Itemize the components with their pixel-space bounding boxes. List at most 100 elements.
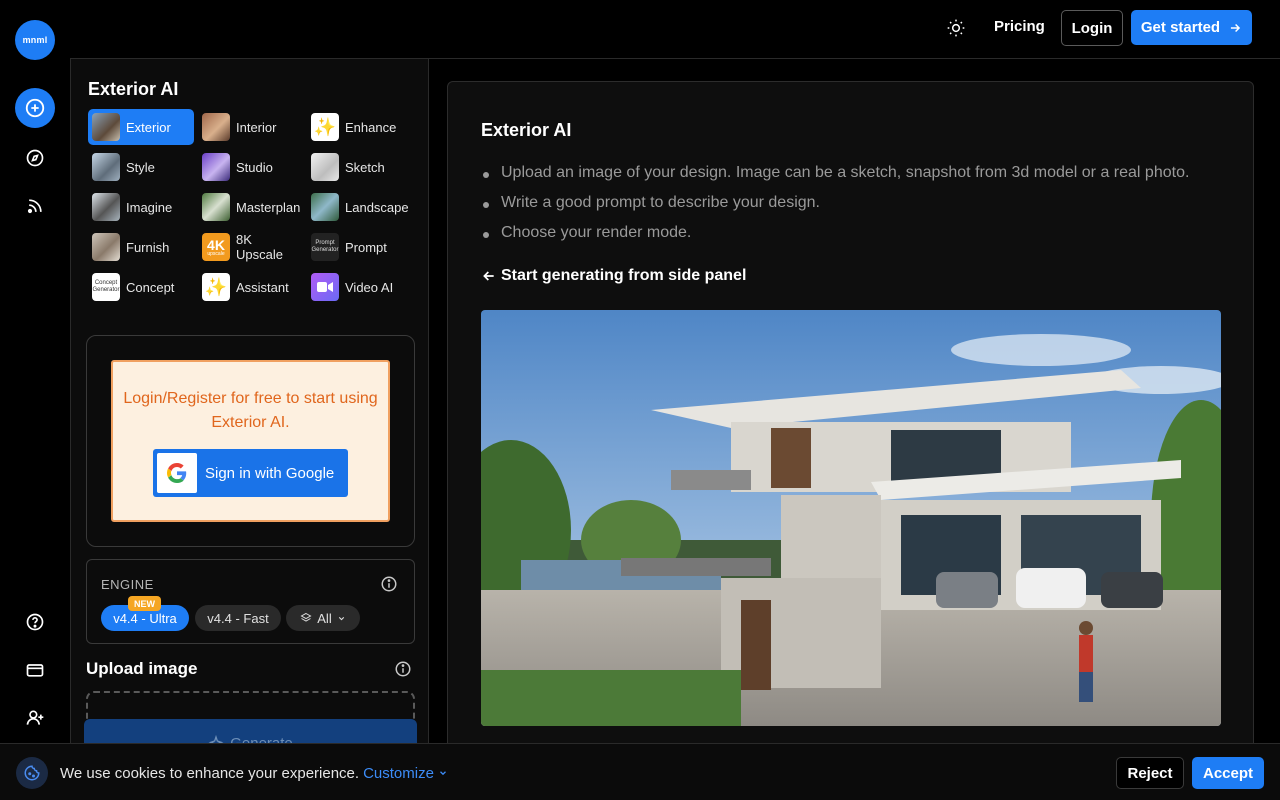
left-rail: mnml — [0, 0, 70, 800]
arrow-right-icon — [1231, 23, 1241, 32]
tool-label: Interior — [236, 119, 277, 135]
engine-option-ultra[interactable]: NEW v4.4 - Ultra — [101, 596, 189, 631]
tool-label: Landscape — [345, 199, 409, 215]
upload-info-icon[interactable] — [394, 660, 412, 678]
tool-label: Exterior — [126, 119, 171, 135]
engine-option-all[interactable]: All — [286, 605, 360, 631]
cookie-message: We use cookies to enhance your experienc… — [60, 765, 448, 782]
start-hint: Start generating from side panel — [481, 267, 746, 285]
reject-button[interactable]: Reject — [1116, 757, 1184, 789]
side-panel: Exterior AI Exterior Interior ✨ Enhance … — [70, 59, 429, 749]
login-button[interactable]: Login — [1061, 10, 1123, 46]
tool-style[interactable]: Style — [88, 149, 194, 185]
tool-label: Concept — [126, 279, 175, 295]
new-generation-button[interactable] — [15, 88, 55, 128]
tool-sketch[interactable]: Sketch — [307, 149, 415, 185]
video-icon — [311, 273, 339, 301]
start-hint-label: Start generating from side panel — [501, 267, 747, 284]
brand-logo[interactable]: mnml — [15, 20, 55, 60]
panel-title: Exterior AI — [88, 79, 179, 99]
tool-video-ai[interactable]: Video AI — [307, 269, 415, 305]
tool-concept[interactable]: Concept Generator Concept — [88, 269, 194, 305]
pricing-link[interactable]: Pricing — [994, 18, 1045, 35]
tool-studio[interactable]: Studio — [198, 149, 302, 185]
furnish-thumb — [92, 233, 120, 261]
login-card: Login/Register for free to start using E… — [86, 335, 415, 547]
tool-exterior[interactable]: Exterior — [88, 109, 194, 145]
google-icon — [157, 453, 197, 493]
instruction-item: Upload an image of your design. Image ca… — [481, 164, 1189, 194]
engine-option-label: v4.4 - Fast — [207, 610, 269, 626]
landscape-thumb — [311, 193, 339, 221]
upload-dropzone[interactable] — [86, 691, 415, 721]
concept-thumb: Concept Generator — [92, 273, 120, 301]
chevron-down-icon — [338, 616, 344, 620]
google-signin-label: Sign in with Google — [205, 464, 335, 482]
cookie-icon — [16, 757, 48, 789]
get-started-button[interactable]: Get started — [1131, 10, 1252, 45]
help-button[interactable] — [15, 602, 55, 642]
cookie-banner: We use cookies to enhance your experienc… — [0, 743, 1280, 800]
tool-prompt[interactable]: Prompt Generator Prompt — [307, 229, 415, 265]
studio-thumb — [202, 153, 230, 181]
upscale-thumb-text: 4K — [207, 236, 225, 253]
exterior-thumb — [92, 113, 120, 141]
tool-8k-upscale[interactable]: 4K upscale 8K Upscale — [198, 229, 302, 265]
tool-masterplan[interactable]: Masterplan — [198, 189, 302, 225]
sparkle-icon: ✨ — [311, 113, 339, 141]
tool-interior[interactable]: Interior — [198, 109, 302, 145]
tool-label: Assistant — [236, 279, 289, 295]
instructions-list: Upload an image of your design. Image ca… — [481, 164, 1189, 254]
sun-icon — [947, 19, 965, 37]
customize-link[interactable]: Customize — [363, 765, 448, 782]
tool-enhance[interactable]: ✨ Enhance — [307, 109, 415, 145]
login-prompt-box: Login/Register for free to start using E… — [111, 360, 390, 522]
get-started-label: Get started — [1140, 19, 1221, 36]
tool-landscape[interactable]: Landscape — [307, 189, 415, 225]
billing-button[interactable] — [15, 650, 55, 690]
top-bar: Pricing Login Get started — [70, 0, 1280, 59]
login-message: Login/Register for free to start using E… — [123, 390, 378, 431]
info-icon[interactable] — [380, 575, 398, 593]
tool-label: Studio — [236, 159, 273, 175]
instruction-item: Choose your render mode. — [481, 224, 1189, 254]
tool-label: Style — [126, 159, 155, 175]
engine-label: ENGINE — [101, 577, 154, 592]
accept-button[interactable]: Accept — [1192, 757, 1264, 789]
layers-icon — [300, 612, 312, 622]
explore-button[interactable] — [15, 138, 55, 178]
google-signin-button[interactable]: Sign in with Google — [153, 449, 348, 497]
tool-label: Sketch — [345, 159, 385, 175]
theme-toggle[interactable] — [940, 12, 972, 44]
feed-icon — [27, 199, 42, 214]
tool-label: Prompt — [345, 239, 387, 255]
tool-label: 8K Upscale — [236, 232, 283, 262]
engine-option-label: v4.4 - Ultra — [113, 610, 177, 626]
tool-furnish[interactable]: Furnish — [88, 229, 194, 265]
tool-imagine[interactable]: Imagine — [88, 189, 194, 225]
upload-title: Upload image — [86, 659, 198, 678]
plus-icon — [25, 98, 45, 118]
masterplan-thumb — [202, 193, 230, 221]
engine-option-fast[interactable]: v4.4 - Fast — [195, 605, 281, 631]
imagine-thumb — [92, 193, 120, 221]
user-plus-icon — [26, 710, 44, 725]
customize-label: Customize — [363, 765, 434, 782]
prompt-thumb: Prompt Generator — [311, 233, 339, 261]
card-icon — [26, 664, 44, 677]
engine-selector: ENGINE NEW v4.4 - Ultra v4.4 - Fast All — [86, 559, 415, 644]
tool-label: Furnish — [126, 239, 170, 255]
tool-assistant[interactable]: ✨ Assistant — [198, 269, 302, 305]
compass-icon — [26, 149, 44, 167]
invite-button[interactable] — [15, 698, 55, 738]
upscale-thumb: 4K upscale — [202, 233, 230, 261]
feed-button[interactable] — [15, 186, 55, 226]
assistant-sparkle-icon: ✨ — [202, 273, 230, 301]
upscale-thumb-subtext: upscale — [207, 250, 225, 257]
intro-card: Exterior AI Upload an image of your desi… — [447, 81, 1254, 761]
arrow-left-icon — [483, 271, 494, 281]
example-render-image — [481, 310, 1221, 726]
content-title: Exterior AI — [481, 120, 572, 140]
cookie-text: We use cookies to enhance your experienc… — [60, 765, 360, 782]
new-badge: NEW — [128, 596, 161, 611]
